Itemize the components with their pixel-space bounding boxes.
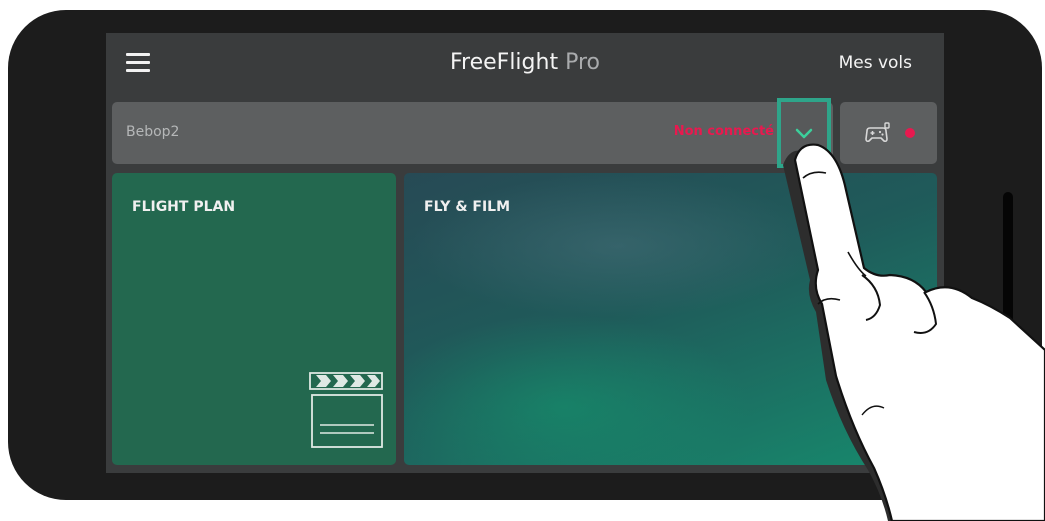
app-title-main: FreeFlight bbox=[449, 50, 559, 75]
tile-fly-and-film[interactable]: FLY & FILM bbox=[404, 173, 937, 465]
app-title-suffix: Pro bbox=[565, 50, 600, 75]
top-bar: FreeFlight Pro Mes vols bbox=[106, 33, 944, 95]
gamepad-icon bbox=[865, 122, 890, 143]
connection-status: Non connecté bbox=[673, 124, 774, 139]
app-title: FreeFlight Pro bbox=[106, 50, 944, 75]
chevron-down-icon bbox=[795, 128, 813, 139]
controller-button[interactable] bbox=[840, 102, 937, 164]
tile-fly-and-film-label: FLY & FILM bbox=[424, 199, 511, 215]
clapperboard-icon bbox=[309, 372, 383, 448]
phone-side-button bbox=[1003, 192, 1013, 357]
drone-dropdown-button[interactable] bbox=[777, 98, 831, 168]
drone-name: Bebop2 bbox=[126, 124, 180, 140]
tile-flight-plan[interactable]: FLIGHT PLAN bbox=[112, 173, 396, 465]
drone-selector[interactable]: Bebop2 Non connecté bbox=[112, 98, 833, 168]
tile-flight-plan-label: FLIGHT PLAN bbox=[132, 199, 236, 215]
app-screen: FreeFlight Pro Mes vols Bebop2 Non conne… bbox=[106, 33, 944, 473]
controller-status-dot bbox=[905, 128, 915, 138]
my-flights-link[interactable]: Mes vols bbox=[839, 53, 912, 73]
